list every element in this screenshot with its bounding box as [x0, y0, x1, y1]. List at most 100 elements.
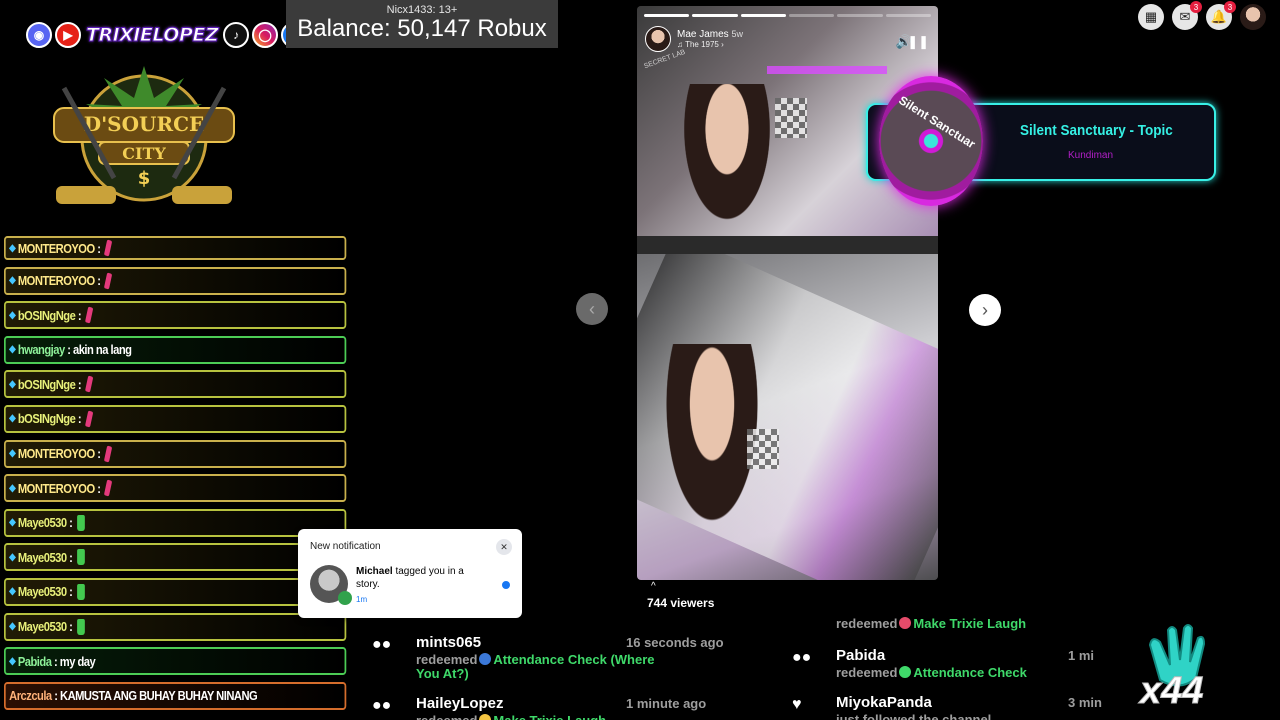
notification-text[interactable]: Michael tagged you in a story. [356, 565, 481, 591]
chat-badge-icon: ◆ [9, 413, 16, 425]
chat-badge-icon: ◆ [9, 448, 16, 460]
chat-separator: : [69, 584, 73, 600]
chat-message: ◆ MONTEROYOO: [4, 474, 347, 503]
feed-action: redeemed Attendance Check [836, 665, 1027, 680]
feed-reward-cont: You At?) [416, 666, 469, 681]
chat-message: ◆ Maye0530: [4, 612, 347, 641]
chevron-left-icon: ‹ [589, 298, 595, 319]
story-user-name[interactable]: Mae James [677, 29, 729, 40]
chat-separator: : [97, 480, 101, 496]
chat-message: ◆ Maye0530: [4, 543, 347, 572]
chat-badge-icon: ◆ [9, 344, 16, 356]
cup-emote-icon [77, 549, 86, 566]
chat-message: ◆ MONTEROYOO: [4, 266, 347, 295]
feed-reward: Attendance Check [913, 665, 1027, 680]
cup-emote-icon [77, 583, 86, 600]
chat-badge-icon: ◆ [9, 309, 16, 321]
feed-action-verb: just followed the channel [836, 712, 992, 720]
person-figure [677, 84, 777, 234]
chevron-right-icon: › [982, 299, 988, 320]
heart-icon: ♥ [792, 696, 802, 713]
instagram-icon: ◯ [252, 22, 279, 48]
robux-balance-panel: Nicx1433: 13+ Balance: 50,147 Robux [286, 0, 558, 48]
chat-message: ◆ hwangjay: akin na lang [4, 335, 347, 364]
chat-separator: : [69, 619, 73, 635]
progress-segment [644, 14, 690, 17]
balance-text: Balance: 50,147 Robux [297, 15, 547, 42]
story-next-button[interactable]: › [969, 294, 1001, 326]
cup-emote-icon [77, 618, 86, 635]
youtube-icon: ▶ [55, 22, 81, 48]
emote-icon [104, 445, 113, 463]
chat-separator: : [77, 411, 82, 427]
notification-time: 1m [356, 595, 368, 604]
feed-action: just followed the channel [836, 712, 991, 720]
feed-action-verb: redeemed [416, 652, 478, 667]
reward-icon [479, 653, 492, 665]
chat-separator: : [54, 688, 58, 704]
channel-name: TRIXIELOPEZ [85, 24, 219, 47]
viewer-count[interactable]: 744 viewers [647, 596, 714, 610]
chat-badge-icon: ◆ [9, 621, 16, 633]
chat-badge-icon: ◆ [9, 551, 16, 563]
feed-reward: Make Trixie Laugh [493, 713, 606, 720]
chat-badge-icon: ◆ [9, 517, 16, 529]
now-playing-subtitle: Kundiman [1068, 150, 1114, 161]
chevron-right-icon: › [721, 40, 724, 49]
emote-icon [84, 306, 94, 324]
notification-actor: Michael [356, 566, 393, 577]
chat-message: ◆ bOSINgNge: [4, 404, 347, 433]
feed-action: redeemed Attendance Check (Where [416, 652, 655, 667]
chat-separator: : [97, 446, 101, 462]
story-song[interactable]: The 1975 [685, 40, 719, 49]
bell-icon[interactable]: 🔔 3 [1206, 1, 1236, 30]
chat-message: ◆ bOSINgNge: [4, 370, 347, 399]
story-prev-button[interactable]: ‹ [576, 293, 608, 325]
chevron-up-icon[interactable]: ^ [651, 581, 656, 592]
chat-separator: : [53, 653, 58, 669]
cup-emote-icon [77, 514, 86, 531]
emote-icon [84, 375, 94, 393]
chat-badge-icon: ◆ [9, 378, 16, 390]
chat-text: akin na lang [73, 342, 132, 358]
discord-icon: ◉ [26, 22, 52, 48]
reward-icon [899, 666, 912, 678]
avatar[interactable] [645, 26, 671, 52]
chat-badge-icon: ◆ [9, 275, 16, 287]
chat-separator: : [69, 515, 73, 531]
avatar[interactable] [1240, 4, 1266, 30]
story-viewer[interactable]: Mae James 5w ♫ The 1975 › 🔊 ❚❚ SECRET LA… [637, 6, 938, 580]
chat-badge-icon: ◆ [9, 655, 16, 667]
pause-icon[interactable]: ❚❚ [907, 34, 929, 50]
story-header[interactable]: Mae James 5w ♫ The 1975 › [645, 26, 743, 52]
feed-action: redeemed Make Trixie Laugh [416, 713, 606, 720]
top-right-toolbar: ▦ ✉ 3 🔔 3 [1138, 1, 1266, 30]
messenger-icon[interactable]: ✉ 3 [1172, 1, 1202, 30]
now-playing-title: Silent Sanctuary - Topic [1020, 122, 1173, 139]
chat-separator: : [97, 273, 101, 289]
users-icon: ●● [372, 636, 392, 653]
story-progress-bar [644, 14, 931, 17]
tiktok-icon: ♪ [223, 22, 250, 48]
progress-segment [885, 14, 931, 17]
chat-username: MONTEROYOO [17, 480, 95, 496]
close-icon[interactable]: ✕ [496, 539, 512, 555]
users-icon: ●● [792, 649, 812, 666]
feed-username: HaileyLopez [416, 695, 504, 712]
tag-icon [338, 591, 352, 605]
chat-username: bOSINgNge [17, 411, 76, 427]
neon-light [767, 66, 887, 74]
reward-icon [899, 617, 912, 629]
grid-menu-icon[interactable]: ▦ [1138, 4, 1164, 30]
chat-separator: : [97, 240, 101, 256]
notification-popup[interactable]: New notification ✕ Michael tagged you in… [298, 529, 522, 618]
chat-message: ◆ Pabida: my day [4, 647, 347, 676]
feed-username: Pabida [836, 647, 886, 664]
music-note-icon: ♫ [677, 40, 683, 49]
chat-username: hwangjay [17, 342, 65, 358]
chat-overlay: ◆ MONTEROYOO: ◆ MONTEROYOO: ◆ bOSINgNge: ◆ hwan… [4, 236, 347, 716]
chat-text: KAMUSTA ANG BUHAY BUHAY NINANG [60, 688, 258, 704]
chat-username: Maye0530 [17, 549, 67, 565]
emote-icon [104, 272, 113, 290]
feed-reward: Attendance Check (Where [493, 652, 655, 667]
